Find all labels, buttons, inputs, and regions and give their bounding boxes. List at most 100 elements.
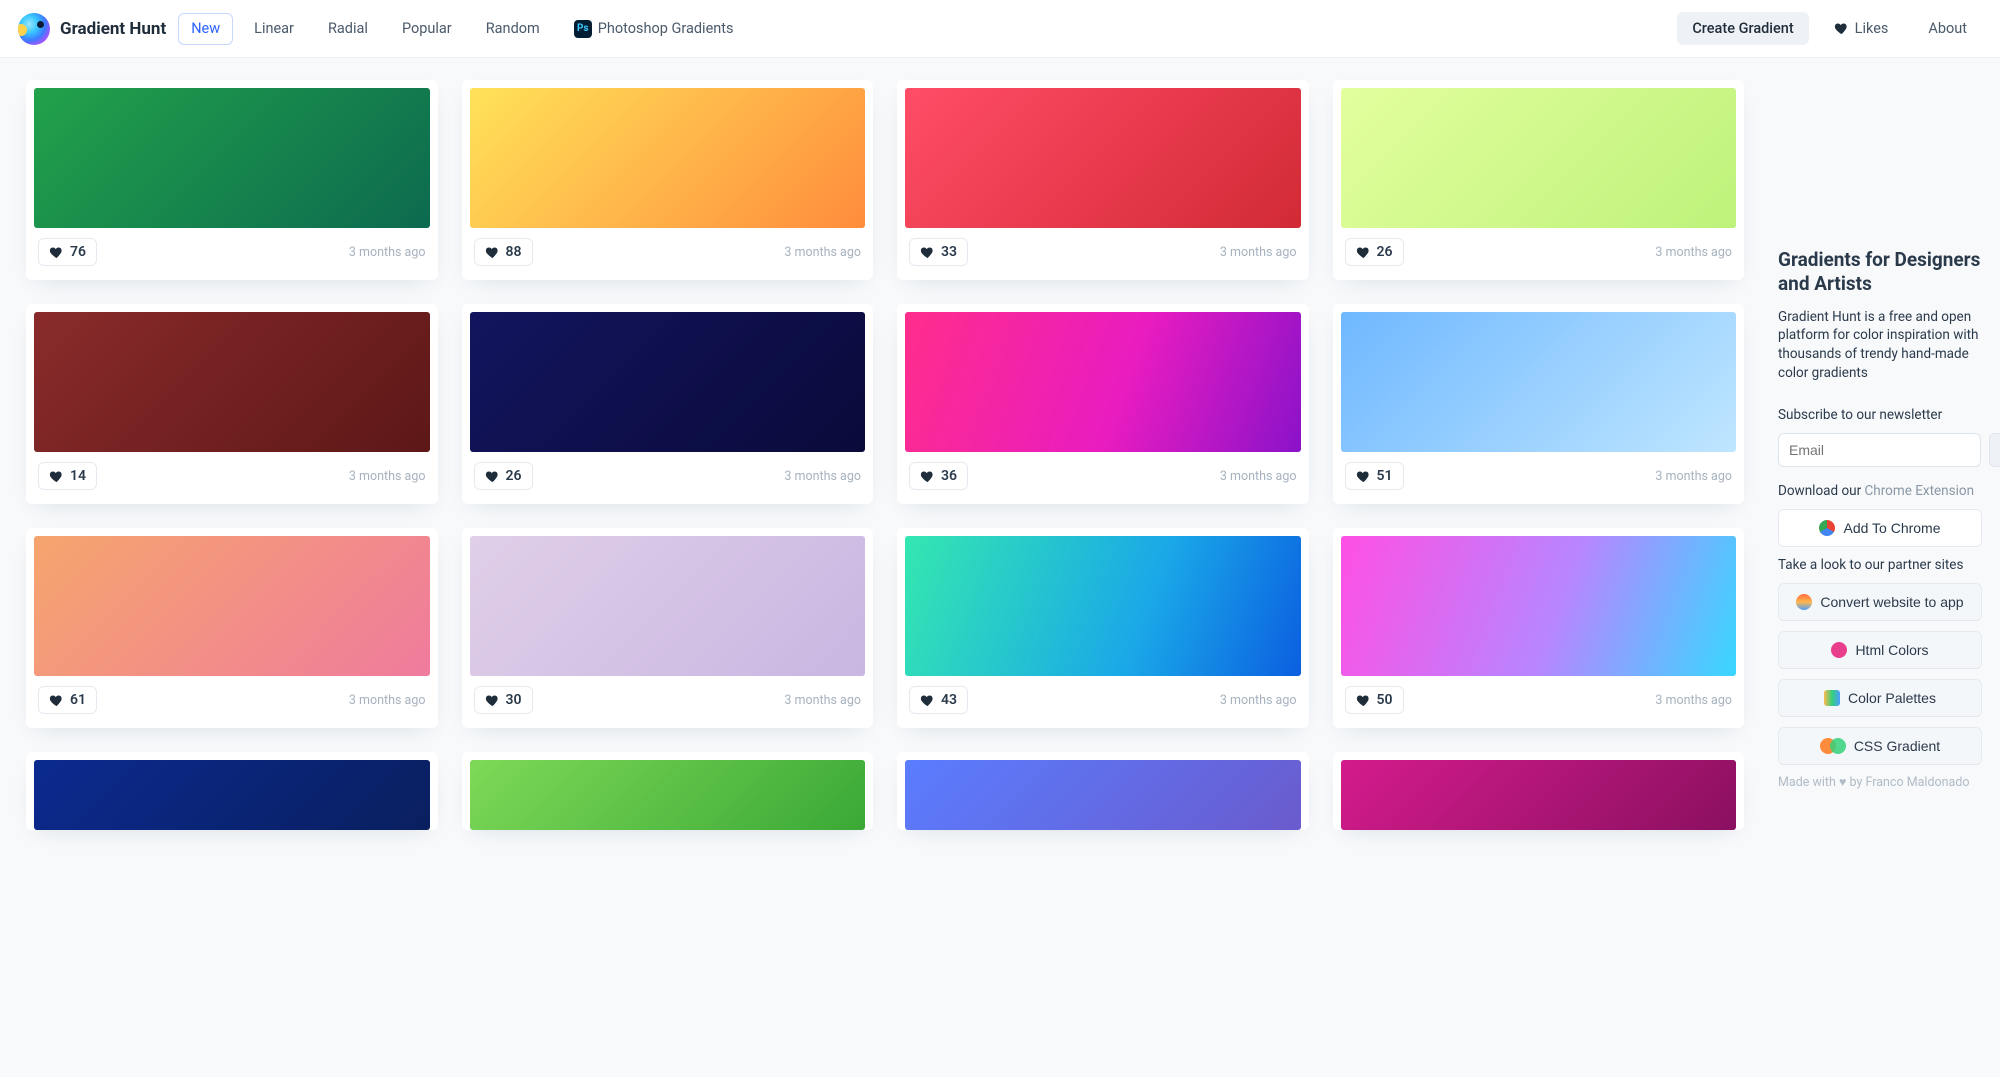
like-count: 26 xyxy=(506,468,522,484)
nav-photoshop-label: Photoshop Gradients xyxy=(598,20,734,37)
like-button[interactable]: 88 xyxy=(474,238,533,266)
create-gradient-button[interactable]: Create Gradient xyxy=(1677,12,1808,45)
like-button[interactable]: 26 xyxy=(474,462,533,490)
time-ago: 3 months ago xyxy=(349,245,426,260)
add-to-chrome-button[interactable]: Add To Chrome xyxy=(1778,509,1982,547)
nav-random[interactable]: Random xyxy=(473,13,553,45)
nav-linear[interactable]: Linear xyxy=(241,13,307,45)
gradient-card[interactable] xyxy=(462,752,874,830)
gradient-swatch xyxy=(1341,312,1737,452)
card-footer: 36 3 months ago xyxy=(897,452,1309,504)
partner-convert-app[interactable]: Convert website to app xyxy=(1778,583,1982,621)
gradient-card[interactable]: 30 3 months ago xyxy=(462,528,874,728)
like-count: 51 xyxy=(1377,468,1393,484)
chrome-extension-link[interactable]: Chrome Extension xyxy=(1865,483,1975,499)
like-button[interactable]: 61 xyxy=(38,686,97,714)
gradient-swatch xyxy=(470,88,866,228)
palettes-icon xyxy=(1824,690,1840,706)
gradient-card[interactable]: 143 months ago xyxy=(26,304,438,504)
card-footer: 433 months ago xyxy=(897,676,1309,728)
card-footer: 33 3 months ago xyxy=(897,228,1309,280)
newsletter-submit-button[interactable]: Ok xyxy=(1989,433,2000,467)
time-ago: 3 months ago xyxy=(1220,469,1297,484)
gradient-card[interactable]: 88 3 months ago xyxy=(462,80,874,280)
gradient-grid: 76 3 months ago 88 3 months ago 33 3 months a… xyxy=(26,80,1768,830)
time-ago: 3 months ago xyxy=(1655,693,1732,708)
gradient-card[interactable]: 36 3 months ago xyxy=(897,304,1309,504)
gradient-card[interactable]: 613 months ago xyxy=(26,528,438,728)
gradient-card[interactable] xyxy=(1333,752,1745,830)
like-button[interactable]: 26 xyxy=(1345,238,1404,266)
photoshop-icon: Ps xyxy=(574,20,592,38)
heart-icon xyxy=(49,469,64,484)
heart-icon xyxy=(920,245,935,260)
like-count: 26 xyxy=(1377,244,1393,260)
like-count: 30 xyxy=(506,692,522,708)
time-ago: 3 months ago xyxy=(784,469,861,484)
partner-html-colors[interactable]: Html Colors xyxy=(1778,631,1982,669)
like-count: 36 xyxy=(941,468,957,484)
logo-icon xyxy=(18,13,50,45)
gradient-card[interactable]: 76 3 months ago xyxy=(26,80,438,280)
nav-popular[interactable]: Popular xyxy=(389,13,465,45)
gradient-swatch xyxy=(905,312,1301,452)
nav-radial[interactable]: Radial xyxy=(315,13,381,45)
gradient-card[interactable]: 433 months ago xyxy=(897,528,1309,728)
header: Gradient Hunt New Linear Radial Popular … xyxy=(0,0,2000,58)
heart-icon xyxy=(1356,693,1371,708)
like-button[interactable]: 76 xyxy=(38,238,97,266)
like-count: 61 xyxy=(70,692,86,708)
like-button[interactable]: 30 xyxy=(474,686,533,714)
gradient-card[interactable]: 33 3 months ago xyxy=(897,80,1309,280)
like-button[interactable]: 50 xyxy=(1345,686,1404,714)
like-button[interactable]: 36 xyxy=(909,462,968,490)
heart-icon xyxy=(1356,245,1371,260)
like-count: 14 xyxy=(70,468,86,484)
gradient-grid-container: 76 3 months ago 88 3 months ago 33 3 months a… xyxy=(0,58,1768,870)
card-footer: 76 3 months ago xyxy=(26,228,438,280)
gradient-swatch xyxy=(905,536,1301,676)
like-count: 43 xyxy=(941,692,957,708)
time-ago: 3 months ago xyxy=(784,693,861,708)
card-footer: 613 months ago xyxy=(26,676,438,728)
gradient-swatch xyxy=(905,88,1301,228)
time-ago: 3 months ago xyxy=(1655,245,1732,260)
likes-label: Likes xyxy=(1855,20,1889,37)
primary-nav: New Linear Radial Popular Random Ps Phot… xyxy=(178,13,746,45)
like-button[interactable]: 33 xyxy=(909,238,968,266)
about-link[interactable]: About xyxy=(1913,12,1982,45)
nav-photoshop[interactable]: Ps Photoshop Gradients xyxy=(561,13,747,45)
gradient-swatch xyxy=(1341,88,1737,228)
gradient-card[interactable]: 50 3 months ago xyxy=(1333,528,1745,728)
gradient-swatch xyxy=(470,536,866,676)
gradient-card[interactable] xyxy=(897,752,1309,830)
time-ago: 3 months ago xyxy=(1220,245,1297,260)
brand-home-link[interactable]: Gradient Hunt xyxy=(18,13,166,45)
card-footer: 26 3 months ago xyxy=(1333,228,1745,280)
like-button[interactable]: 51 xyxy=(1345,462,1404,490)
header-right: Create Gradient Likes About xyxy=(1677,12,1982,45)
gradient-card[interactable] xyxy=(26,752,438,830)
gradient-card[interactable]: 26 3 months ago xyxy=(462,304,874,504)
time-ago: 3 months ago xyxy=(784,245,861,260)
newsletter-form: Ok xyxy=(1778,433,1982,467)
like-count: 50 xyxy=(1377,692,1393,708)
like-button[interactable]: 14 xyxy=(38,462,97,490)
heart-icon xyxy=(485,469,500,484)
partner-color-palettes[interactable]: Color Palettes xyxy=(1778,679,1982,717)
email-input[interactable] xyxy=(1778,433,1981,467)
heart-icon xyxy=(485,245,500,260)
partner-css-gradient[interactable]: CSS Gradient xyxy=(1778,727,1982,765)
convert-icon xyxy=(1796,594,1812,610)
nav-new[interactable]: New xyxy=(178,13,233,45)
like-button[interactable]: 43 xyxy=(909,686,968,714)
gradient-card[interactable]: 26 3 months ago xyxy=(1333,80,1745,280)
gradient-card[interactable]: 513 months ago xyxy=(1333,304,1745,504)
like-count: 88 xyxy=(506,244,522,260)
likes-link[interactable]: Likes xyxy=(1819,12,1904,45)
card-footer: 143 months ago xyxy=(26,452,438,504)
chrome-icon xyxy=(1819,520,1835,536)
sidebar: Gradients for Designers and Artists Grad… xyxy=(1768,58,2000,870)
card-footer: 88 3 months ago xyxy=(462,228,874,280)
made-with-love: Made with ♥ by Franco Maldonado xyxy=(1778,775,1982,790)
